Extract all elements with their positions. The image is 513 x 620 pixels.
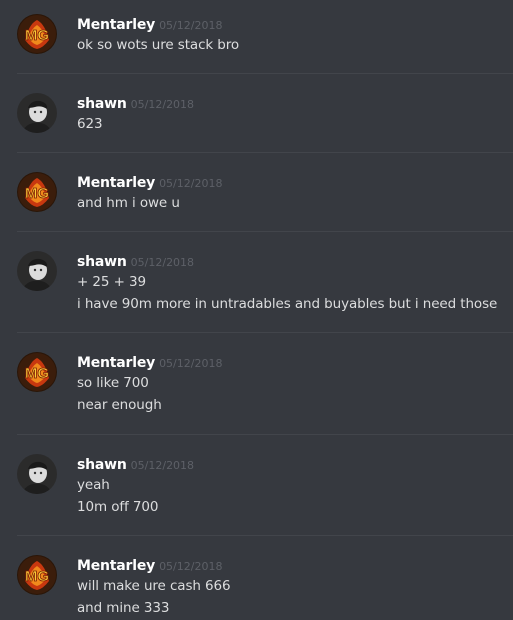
user-photo-avatar[interactable] <box>17 251 57 291</box>
message-text: and hm i owe u <box>77 195 180 211</box>
message-header: Mentarley 05/12/2018 <box>77 14 222 34</box>
message-text: ok so wots ure stack bro <box>77 37 240 53</box>
message-text: 10m off 700 <box>77 499 159 515</box>
message-text: so like 700 <box>77 375 149 391</box>
message-header: Mentarley 05/12/2018 <box>77 172 222 192</box>
message-text: and mine 333 <box>77 600 170 616</box>
author-name[interactable]: Mentarley <box>77 355 155 371</box>
svg-text:MG: MG <box>25 365 49 382</box>
author-name[interactable]: Mentarley <box>77 558 155 574</box>
message-timestamp: 05/12/2018 <box>159 19 223 32</box>
message-timestamp: 05/12/2018 <box>159 357 223 370</box>
author-name[interactable]: shawn <box>77 254 127 270</box>
author-name[interactable]: shawn <box>77 457 127 473</box>
svg-text:MG: MG <box>25 185 49 202</box>
mg-logo-avatar[interactable]: MG <box>17 172 57 212</box>
message-text: yeah <box>77 477 110 493</box>
message-text: near enough <box>77 397 162 413</box>
author-name[interactable]: shawn <box>77 96 127 112</box>
message-timestamp: 05/12/2018 <box>130 256 195 269</box>
message-timestamp: 05/12/2018 <box>130 98 195 111</box>
author-name[interactable]: Mentarley <box>77 17 155 33</box>
user-photo-avatar[interactable] <box>17 93 57 133</box>
message-text: will make ure cash 666 <box>77 578 231 594</box>
author-name[interactable]: Mentarley <box>77 175 155 191</box>
message-divider <box>17 434 513 435</box>
message-header: Mentarley 05/12/2018 <box>77 555 222 575</box>
message-header: shawn 05/12/2018 <box>77 454 194 474</box>
message-divider <box>17 332 513 333</box>
message-divider <box>17 231 513 232</box>
message-divider <box>17 73 513 74</box>
message-text: i have 90m more in untradables and buyab… <box>77 296 498 312</box>
mg-logo-avatar[interactable]: MG <box>17 14 57 54</box>
message-timestamp: 05/12/2018 <box>159 177 223 190</box>
svg-text:MG: MG <box>25 27 49 44</box>
message-text: + 25 + 39 <box>77 274 146 290</box>
message-header: Mentarley 05/12/2018 <box>77 352 222 372</box>
message-text: 623 <box>77 116 103 132</box>
svg-text:MG: MG <box>25 568 49 585</box>
user-photo-avatar[interactable] <box>17 454 57 494</box>
message-divider <box>17 152 513 153</box>
message-header: shawn 05/12/2018 <box>77 251 194 271</box>
mg-logo-avatar[interactable]: MG <box>17 352 57 392</box>
message-header: shawn 05/12/2018 <box>77 93 194 113</box>
mg-logo-avatar[interactable]: MG <box>17 555 57 595</box>
chat-message-list: MG Mentarley 05/12/2018 ok so wots ure st… <box>0 0 513 620</box>
message-timestamp: 05/12/2018 <box>130 459 195 472</box>
message-timestamp: 05/12/2018 <box>159 560 223 573</box>
message-divider <box>17 535 513 536</box>
